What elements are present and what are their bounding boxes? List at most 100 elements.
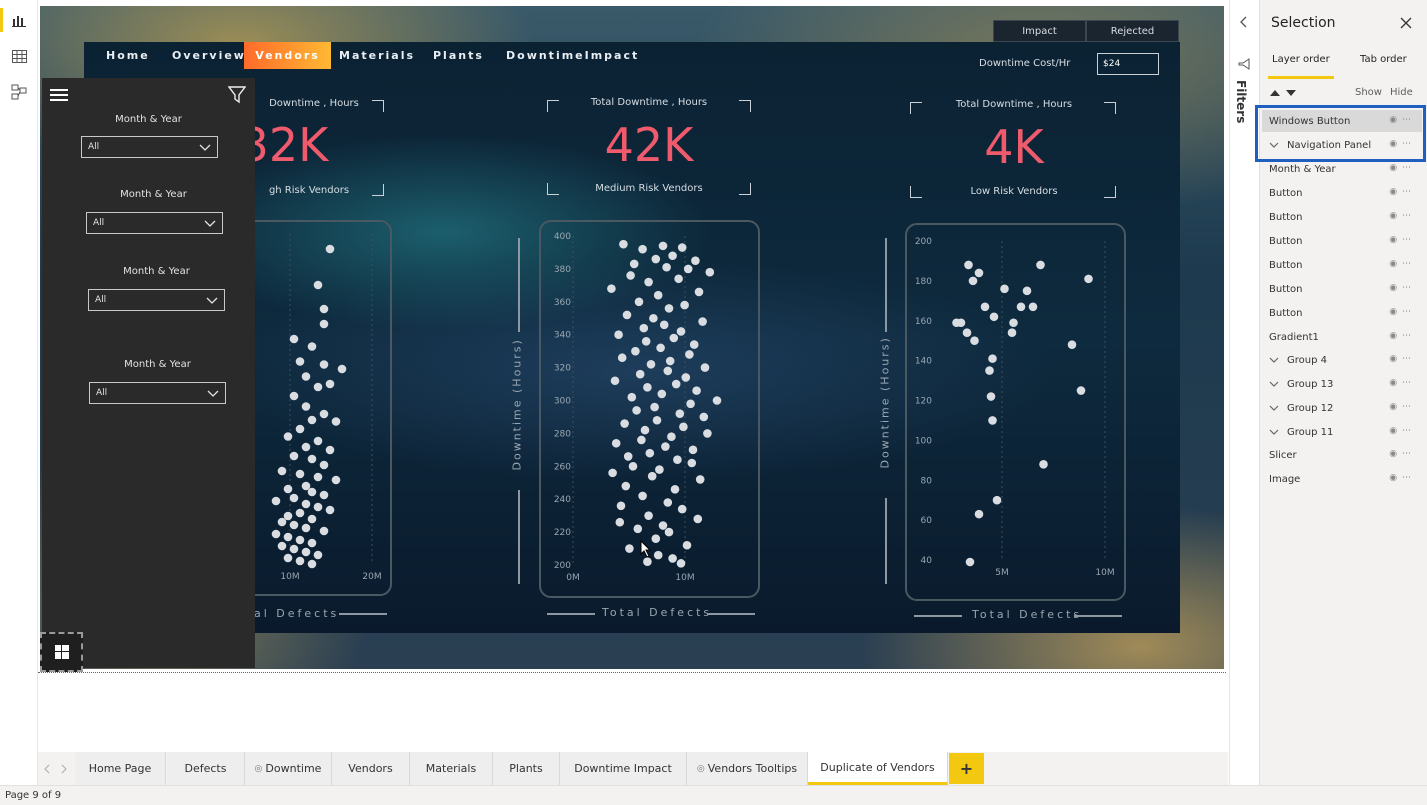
model-view-icon[interactable] (9, 82, 29, 102)
layer-item[interactable]: Button ◉ ⋯ (1262, 254, 1422, 276)
impact-tab[interactable]: Impact (993, 20, 1086, 42)
month-year-slicer-3[interactable]: All (88, 289, 225, 311)
canvas-boundary (38, 672, 1226, 673)
data-point (271, 496, 281, 506)
page-tab-label: Materials (425, 762, 477, 775)
visibility-icon[interactable]: ◉ ⋯ (1389, 402, 1412, 412)
layer-name: Month & Year (1269, 163, 1336, 175)
data-point (307, 454, 317, 464)
hamburger-icon[interactable] (50, 88, 68, 102)
page-tab[interactable]: Home Page (75, 752, 166, 785)
data-point (301, 523, 311, 533)
visibility-icon[interactable]: ◉ ⋯ (1389, 426, 1412, 436)
data-point (679, 422, 688, 432)
page-tab[interactable]: ◎ Downtime (245, 752, 332, 785)
data-point (617, 353, 627, 363)
tab-layer-order[interactable]: Layer order (1272, 54, 1330, 65)
layer-item[interactable]: Button ◉ ⋯ (1262, 278, 1422, 300)
month-year-slicer-4[interactable]: All (89, 382, 226, 404)
data-point (658, 521, 668, 530)
layer-item[interactable]: Button ◉ ⋯ (1262, 182, 1422, 204)
data-point (301, 547, 311, 557)
filter-icon[interactable] (228, 86, 246, 104)
y-tick-label: 40 (921, 556, 933, 566)
layer-item[interactable]: Group 12 ◉ ⋯ (1262, 397, 1422, 419)
scroll-left-icon[interactable] (43, 764, 51, 774)
data-point (670, 485, 680, 494)
close-icon[interactable] (1400, 17, 1412, 29)
tab-tab-order[interactable]: Tab order (1360, 54, 1407, 65)
hide-all-button[interactable]: Hide (1390, 87, 1413, 98)
data-point (289, 334, 299, 344)
rejected-tab[interactable]: Rejected (1086, 20, 1179, 42)
chevron-down-icon[interactable] (1269, 404, 1279, 412)
layer-item[interactable]: Image ◉ ⋯ (1262, 468, 1422, 490)
chevron-down-icon (199, 144, 211, 151)
windows-button[interactable] (40, 632, 83, 672)
show-all-button[interactable]: Show (1355, 87, 1382, 98)
add-page-button[interactable]: + (949, 753, 984, 784)
data-point (319, 460, 329, 470)
data-point (968, 276, 978, 286)
data-view-icon[interactable] (9, 46, 29, 66)
visibility-icon[interactable]: ◉ ⋯ (1389, 235, 1412, 245)
x-axis-title: al Defects (254, 607, 340, 620)
page-tab[interactable]: ◎ Vendors Tooltips (687, 752, 808, 785)
layer-item[interactable]: Slicer ◉ ⋯ (1262, 444, 1422, 466)
data-point (633, 524, 643, 534)
visibility-icon[interactable]: ◉ ⋯ (1389, 211, 1412, 221)
layer-item[interactable]: Gradient1 ◉ ⋯ (1262, 326, 1422, 348)
data-point (325, 244, 335, 254)
data-point (608, 468, 617, 478)
visibility-icon[interactable]: ◉ ⋯ (1389, 449, 1412, 459)
data-point (692, 386, 701, 395)
page-tab[interactable]: Vendors (332, 752, 410, 785)
data-point (607, 284, 616, 293)
visibility-icon[interactable]: ◉ ⋯ (1389, 187, 1412, 197)
data-point (289, 544, 299, 554)
y-tick-label: 400 (554, 232, 571, 242)
chevron-down-icon[interactable] (1269, 356, 1279, 364)
page-tab[interactable]: Downtime Impact (560, 752, 687, 785)
data-point (663, 498, 673, 507)
chevron-down-icon[interactable] (1269, 380, 1279, 388)
visibility-icon[interactable]: ◉ ⋯ (1389, 283, 1412, 293)
layer-item[interactable]: Group 13 ◉ ⋯ (1262, 373, 1422, 395)
data-point (289, 493, 299, 503)
page-tab[interactable]: Materials (410, 752, 493, 785)
data-point (705, 267, 715, 277)
y-tick-label: 260 (554, 462, 571, 472)
collapse-left-icon[interactable] (1239, 16, 1249, 28)
move-up-icon[interactable] (1270, 89, 1280, 97)
data-point (683, 264, 693, 274)
layer-item[interactable]: Button ◉ ⋯ (1262, 230, 1422, 252)
visibility-icon[interactable]: ◉ ⋯ (1389, 307, 1412, 317)
layer-item[interactable]: Button ◉ ⋯ (1262, 206, 1422, 228)
layer-name: Button (1269, 307, 1303, 319)
visibility-icon[interactable]: ◉ ⋯ (1389, 259, 1412, 269)
data-point (667, 432, 676, 441)
visibility-icon[interactable]: ◉ ⋯ (1389, 163, 1412, 173)
page-tab[interactable]: Duplicate of Vendors (808, 752, 948, 785)
visibility-icon[interactable]: ◉ ⋯ (1389, 473, 1412, 483)
page-tab[interactable]: Defects (167, 752, 245, 785)
layer-item[interactable]: Group 11 ◉ ⋯ (1262, 421, 1422, 443)
visibility-icon[interactable]: ◉ ⋯ (1389, 354, 1412, 364)
data-point (331, 475, 341, 485)
page-tab[interactable]: Plants (493, 752, 560, 785)
report-view-icon[interactable] (9, 10, 29, 30)
month-year-slicer-2[interactable]: All (86, 212, 223, 234)
data-point (295, 556, 305, 566)
data-point (639, 323, 649, 333)
scroll-right-icon[interactable] (60, 764, 68, 774)
chevron-down-icon[interactable] (1269, 428, 1279, 436)
data-point (634, 297, 644, 307)
data-point (681, 373, 691, 382)
visibility-icon[interactable]: ◉ ⋯ (1389, 331, 1412, 341)
month-year-slicer-1[interactable]: All (81, 136, 218, 158)
layer-item[interactable]: Button ◉ ⋯ (1262, 302, 1422, 324)
move-down-icon[interactable] (1286, 89, 1296, 97)
visibility-icon[interactable]: ◉ ⋯ (1389, 378, 1412, 388)
layer-item[interactable]: Group 4 ◉ ⋯ (1262, 349, 1422, 371)
page-tab-label: Plants (509, 762, 543, 775)
